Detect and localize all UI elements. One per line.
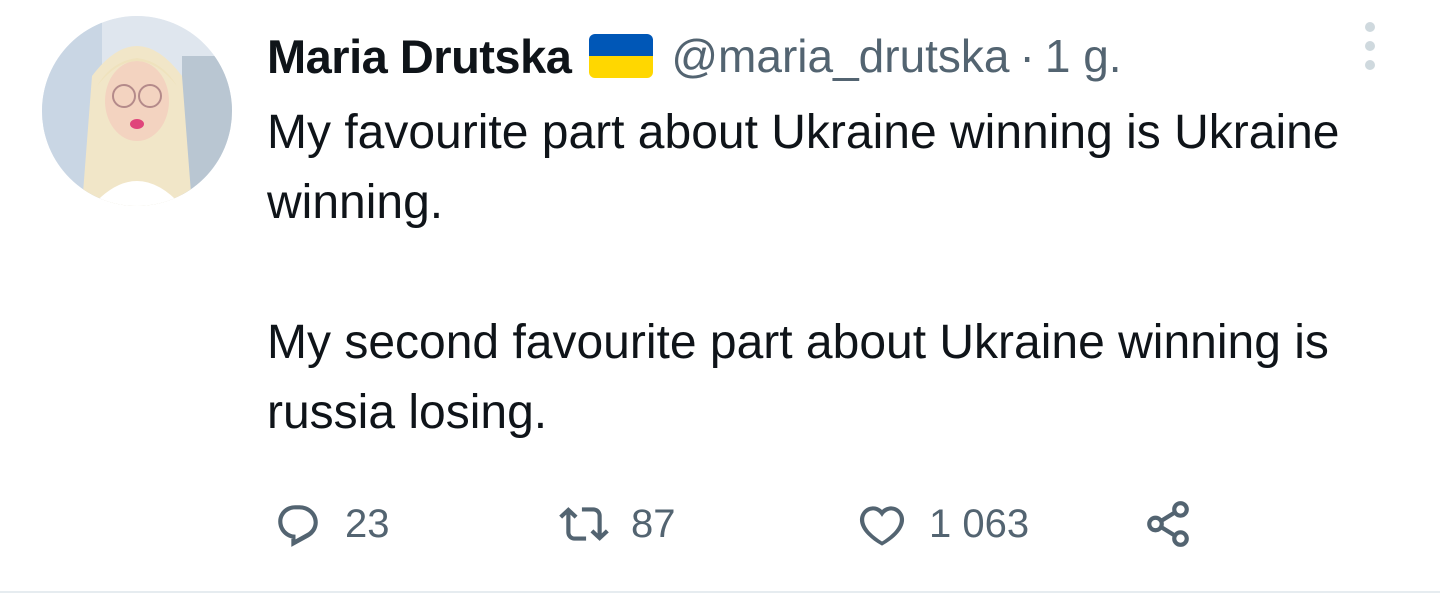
separator-dot: · <box>1019 30 1035 82</box>
dot <box>1365 22 1375 32</box>
action-bar: 23 87 1 063 <box>267 494 1227 554</box>
user-handle[interactable]: @maria_drutska <box>671 29 1009 83</box>
share-icon <box>1147 501 1189 547</box>
like-count: 1 063 <box>929 501 1030 546</box>
reply-icon <box>278 505 318 547</box>
timestamp[interactable]: 1 g. <box>1045 29 1122 83</box>
share-button[interactable] <box>1143 494 1193 554</box>
tweet-text: My favourite part about Ukraine winning … <box>267 98 1377 448</box>
display-name[interactable]: Maria Drutska <box>267 29 572 84</box>
dot <box>1365 41 1375 51</box>
tweet-header: Maria Drutska @maria_drutska · 1 g. <box>267 24 1122 88</box>
ukraine-flag-icon <box>589 34 654 78</box>
heart-icon <box>859 506 905 546</box>
tweet-paragraph: My second favourite part about Ukraine w… <box>267 316 1329 439</box>
retweet-icon <box>559 507 609 541</box>
avatar-image <box>42 16 232 206</box>
retweet-button[interactable]: 87 <box>559 494 676 554</box>
reply-count: 23 <box>345 501 390 546</box>
tweet-paragraph: My favourite part about Ukraine winning … <box>267 106 1340 229</box>
more-options-icon[interactable] <box>1356 22 1384 70</box>
avatar[interactable] <box>42 16 232 206</box>
retweet-count: 87 <box>631 501 676 546</box>
dot <box>1365 60 1375 70</box>
divider <box>0 591 1440 593</box>
reply-button[interactable]: 23 <box>273 494 390 554</box>
like-button[interactable]: 1 063 <box>857 494 1029 554</box>
tweet[interactable]: Maria Drutska @maria_drutska · 1 g. My f… <box>0 0 1440 606</box>
